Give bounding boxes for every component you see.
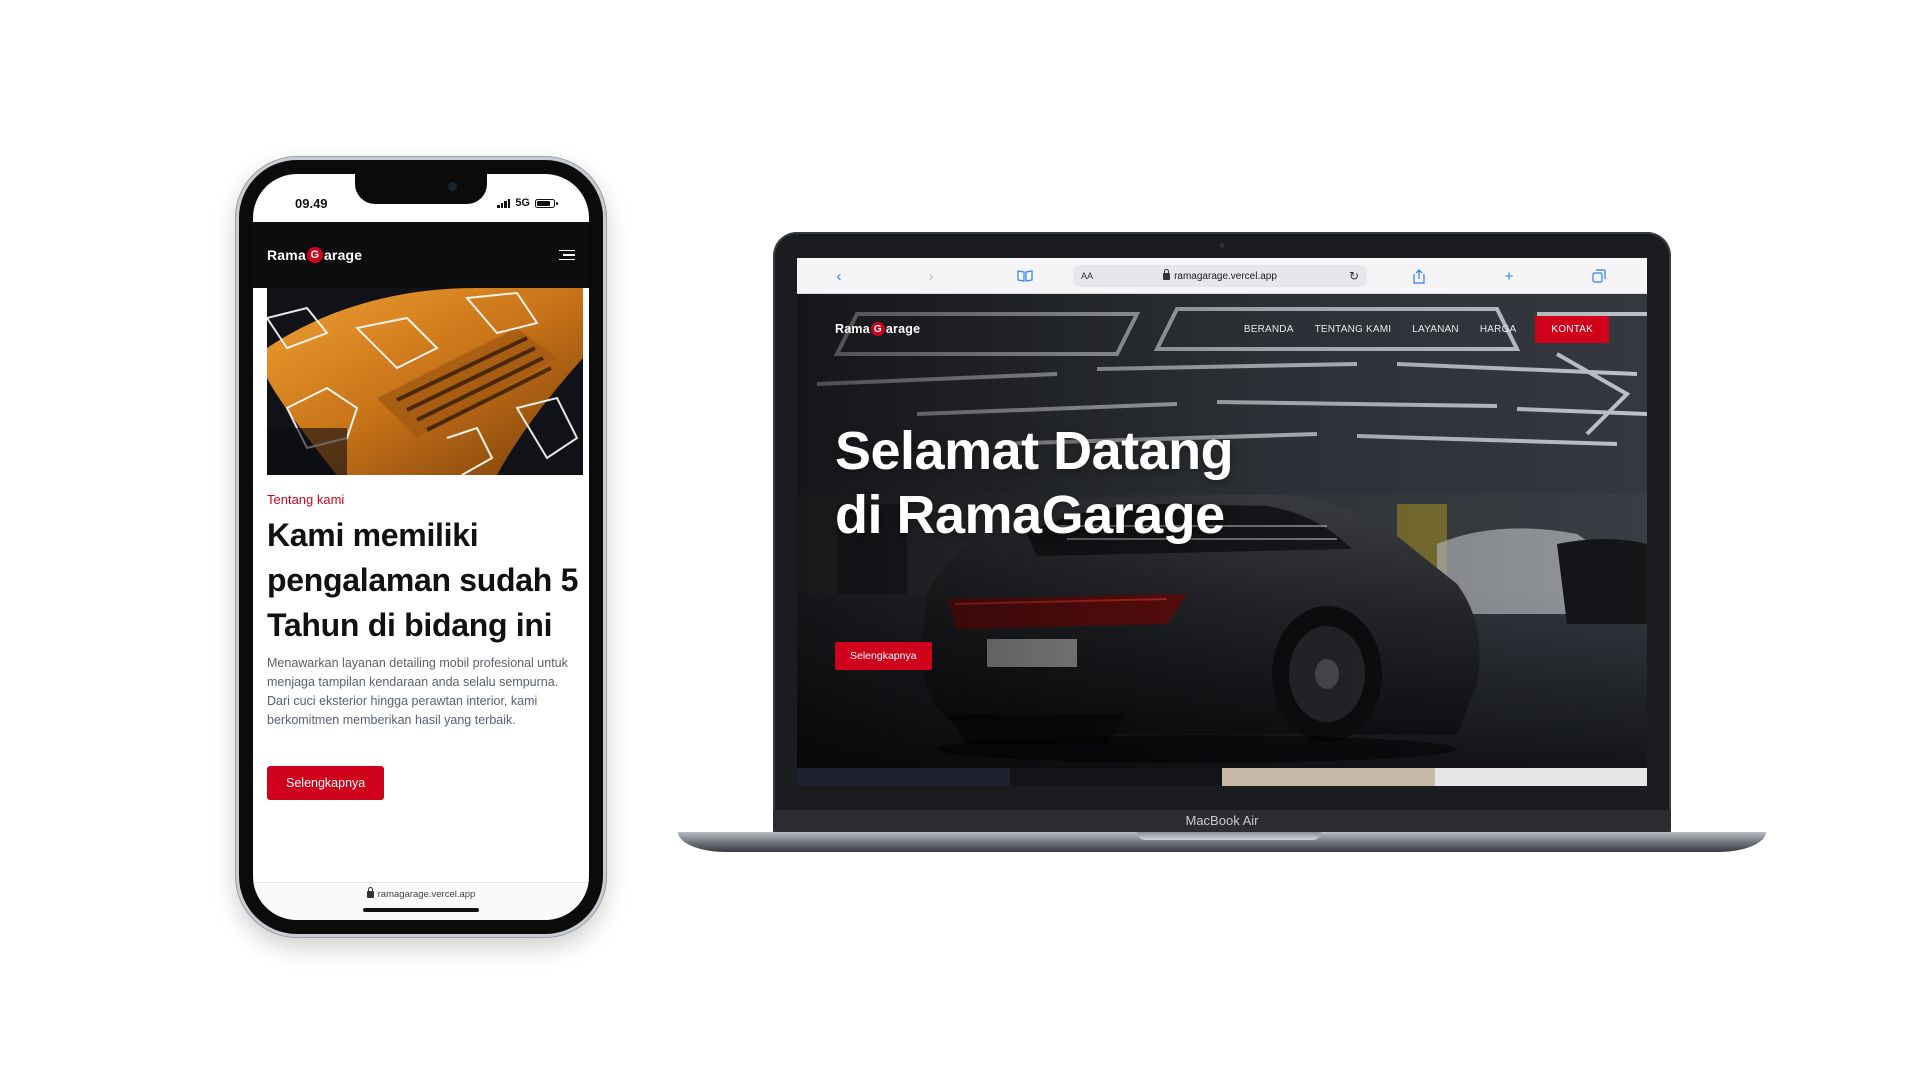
next-section-preview: [797, 768, 1647, 786]
logo-g-mark: G: [870, 322, 885, 336]
about-section: Tentang kami Kami memiliki pengalaman su…: [267, 492, 583, 800]
webcam-icon: [1219, 243, 1225, 248]
logo-text-arage: arage: [323, 247, 363, 263]
nav-item-tentang-kami[interactable]: TENTANG KAMI: [1315, 324, 1392, 335]
about-eyebrow: Tentang kami: [267, 492, 345, 507]
logo-g-mark: G: [306, 247, 323, 263]
status-time: 09.49: [295, 195, 328, 211]
lock-icon: [1163, 268, 1171, 280]
phone-screen: 09.49 5G Rama Garage Tentang kami Kami m…: [253, 174, 589, 920]
about-car-image: [267, 288, 583, 475]
nav-menu: BERANDA TENTANG KAMI LAYANAN HARGA KONTA…: [1244, 315, 1609, 343]
browser-toolbar: ‹ › AA ramagarage.vercel.app ↻ +: [797, 258, 1647, 294]
reader-aa-button[interactable]: AA: [1081, 271, 1093, 281]
laptop-screen: ‹ › AA ramagarage.vercel.app ↻ + Rama G …: [797, 258, 1647, 786]
logo-text-rama: Rama: [267, 247, 306, 263]
desktop-navbar: Rama Garage BERANDA TENTANG KAMI LAYANAN …: [835, 314, 1609, 344]
new-tab-icon[interactable]: +: [1497, 258, 1521, 294]
phone-bezel: 09.49 5G Rama Garage Tentang kami Kami m…: [239, 160, 603, 934]
back-icon[interactable]: ‹: [827, 258, 851, 294]
battery-icon: [535, 198, 558, 208]
phone-mockup: 09.49 5G Rama Garage Tentang kami Kami m…: [235, 156, 607, 938]
hero-section: Rama Garage BERANDA TENTANG KAMI LAYANAN …: [797, 294, 1647, 768]
about-more-button[interactable]: Selengkapnya: [267, 766, 385, 800]
lock-icon: [366, 887, 374, 898]
mobile-url-text: ramagarage.vercel.app: [377, 889, 476, 900]
mobile-url: ramagarage.vercel.app: [366, 887, 476, 900]
hero-title: Selamat Datang di RamaGarage: [835, 421, 1234, 545]
address-bar[interactable]: AA ramagarage.vercel.app ↻: [1073, 265, 1367, 287]
nav-item-harga[interactable]: HARGA: [1480, 324, 1517, 335]
reload-icon[interactable]: ↻: [1349, 269, 1359, 283]
logo-text-arage: arage: [885, 322, 921, 336]
share-icon[interactable]: [1407, 258, 1431, 294]
kontak-button[interactable]: KONTAK: [1535, 315, 1609, 343]
hero-more-button[interactable]: Selengkapnya: [835, 642, 932, 670]
laptop-opening-notch: [1137, 832, 1321, 840]
site-logo[interactable]: Rama Garage: [835, 322, 920, 336]
nav-item-beranda[interactable]: BERANDA: [1244, 324, 1294, 335]
laptop-chin: MacBook Air: [773, 810, 1671, 832]
site-logo[interactable]: Rama Garage: [267, 247, 362, 263]
laptop-model-label: MacBook Air: [1185, 813, 1259, 828]
about-description: Menawarkan layanan detailing mobil profe…: [267, 656, 568, 727]
status-indicators: 5G: [497, 197, 558, 209]
hamburger-icon[interactable]: [559, 249, 575, 261]
signal-icon: [497, 198, 511, 208]
network-label: 5G: [515, 197, 530, 209]
mobile-navbar: Rama Garage: [253, 222, 589, 288]
nav-item-layanan[interactable]: LAYANAN: [1412, 324, 1459, 335]
tabs-overview-icon[interactable]: [1587, 258, 1611, 294]
laptop-mockup: ‹ › AA ramagarage.vercel.app ↻ + Rama G …: [773, 232, 1671, 832]
about-heading: Kami memiliki pengalaman sudah 5 Tahun d…: [267, 517, 579, 643]
address-text: ramagarage.vercel.app: [1174, 270, 1277, 282]
camera-icon: [448, 182, 457, 191]
home-indicator[interactable]: [363, 908, 479, 912]
phone-notch: [355, 174, 487, 204]
bookmarks-icon[interactable]: [1013, 258, 1037, 294]
logo-text-rama: Rama: [835, 322, 870, 336]
forward-icon[interactable]: ›: [919, 258, 943, 294]
mobile-url-bar[interactable]: ramagarage.vercel.app: [253, 882, 589, 920]
